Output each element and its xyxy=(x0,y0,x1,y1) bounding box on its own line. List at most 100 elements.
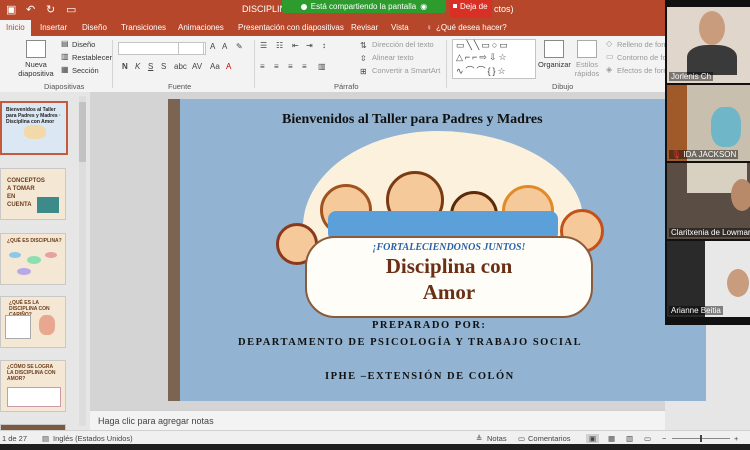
section-button[interactable]: Sección xyxy=(72,66,99,75)
tab-presentacion[interactable]: Presentación con diapositivas xyxy=(238,23,344,32)
ribbon-separator xyxy=(112,40,113,88)
thumb-bubble xyxy=(17,268,31,275)
tab-insertar[interactable]: Insertar xyxy=(40,23,67,32)
zoom-in-icon[interactable]: + xyxy=(734,434,738,443)
reading-view-icon[interactable]: ▥ xyxy=(626,434,633,443)
participant-tile[interactable]: 🎙 IDA JACKSON xyxy=(667,85,750,161)
shapes-row-2-icon: △⌐⌐⇨⇩☆ xyxy=(456,52,509,62)
grow-font-icon[interactable]: A xyxy=(210,42,215,51)
line-spacing-icon[interactable]: ↕ xyxy=(322,41,326,50)
tell-me-search[interactable]: ¿Qué desea hacer? xyxy=(436,23,507,32)
save-icon[interactable]: ▣ xyxy=(6,3,16,16)
font-color-icon[interactable]: A xyxy=(226,62,231,71)
tab-revisar[interactable]: Revisar xyxy=(351,23,378,32)
ribbon: Nueva diapositiva ▤ Diseño ▥ Restablecer… xyxy=(0,36,750,93)
slide-thumbnail-1[interactable]: Bienvenidos al Taller para Padres y Madr… xyxy=(0,101,68,155)
lightbulb-icon: ♀ xyxy=(426,23,432,32)
tab-inicio[interactable]: Inicio xyxy=(0,20,31,36)
stop-share-button[interactable]: Deja de xyxy=(450,0,492,18)
align-center-icon[interactable]: ≡ xyxy=(274,62,279,71)
spell-check-icon[interactable]: ▤ xyxy=(42,434,49,443)
ribbon-tabs: Inicio Insertar Diseño Transiciones Anim… xyxy=(0,20,750,36)
align-right-icon[interactable]: ≡ xyxy=(288,62,293,71)
new-slide-button[interactable]: Nueva diapositiva xyxy=(14,60,58,78)
slide-thumbnail-2[interactable]: CONCEPTOS A TOMAR EN CUENTA xyxy=(0,168,66,220)
present-icon[interactable]: ▭ xyxy=(66,3,76,16)
institution-text[interactable]: IPHE –EXTENSIÓN DE COLÓN xyxy=(325,371,515,382)
strikethrough-icon[interactable]: abc xyxy=(174,62,187,71)
new-slide-icon[interactable] xyxy=(26,40,46,58)
banner-main-line-2: Amor xyxy=(422,280,476,304)
thumbnail-scrollbar[interactable] xyxy=(79,96,86,426)
increase-indent-icon[interactable]: ⇥ xyxy=(306,41,313,50)
tab-animaciones[interactable]: Animaciones xyxy=(178,23,224,32)
clear-format-icon[interactable]: ✎ xyxy=(236,42,243,51)
sorter-view-icon[interactable]: ▦ xyxy=(608,434,615,443)
notes-placeholder[interactable]: Haga clic para agregar notas xyxy=(98,416,214,426)
slide-thumbnail-5[interactable]: ¿CÓMO SE LOGRA LA DISCIPLINA CON AMOR? xyxy=(0,360,66,412)
zoom-slider-handle[interactable] xyxy=(700,435,702,442)
participant-tile[interactable]: Arianne Beitia xyxy=(667,241,750,317)
organize-button[interactable]: Organizar xyxy=(538,60,571,69)
tab-transiciones[interactable]: Transiciones xyxy=(121,23,166,32)
shadow-button[interactable]: S xyxy=(161,62,166,71)
bold-button[interactable]: N xyxy=(122,62,128,71)
underline-button[interactable]: S xyxy=(148,62,153,71)
normal-view-icon[interactable]: ▣ xyxy=(586,434,600,443)
department-text[interactable]: DEPARTAMENTO DE PSICOLOGÍA Y TRABAJO SOC… xyxy=(238,337,582,348)
tab-diseno[interactable]: Diseño xyxy=(82,23,107,32)
columns-icon[interactable]: ▥ xyxy=(318,62,326,71)
undo-icon[interactable]: ↶ xyxy=(26,3,35,16)
reset-icon: ▥ xyxy=(61,52,69,61)
person-avatar xyxy=(687,45,737,75)
section-icon: ▦ xyxy=(61,65,69,74)
numbering-icon[interactable]: ☷ xyxy=(276,41,283,50)
zoom-out-icon[interactable]: − xyxy=(662,434,666,443)
bullets-icon[interactable]: ☰ xyxy=(260,41,267,50)
italic-button[interactable]: K xyxy=(135,62,140,71)
muted-mic-icon: 🎙 xyxy=(671,150,682,159)
quick-styles-icon[interactable] xyxy=(577,40,597,58)
text-direction-button[interactable]: Dirección del texto xyxy=(372,40,434,49)
layout-button[interactable]: Diseño xyxy=(72,40,95,49)
participant-tile[interactable]: Jorlenis Ch xyxy=(667,7,750,83)
document-title-tail: ctos) xyxy=(494,4,514,14)
spacing-icon[interactable]: AV xyxy=(192,62,202,71)
language-indicator[interactable]: Inglés (Estados Unidos) xyxy=(53,434,133,443)
participant-name: Jorlenis Ch xyxy=(669,72,714,81)
slideshow-view-icon[interactable]: ▭ xyxy=(644,434,651,443)
organize-icon[interactable] xyxy=(544,40,564,58)
sharing-dot-icon xyxy=(300,3,307,10)
justify-icon[interactable]: ≡ xyxy=(302,62,307,71)
title-banner: ¡FORTALECIENDONOS JUNTOS! Disciplina con… xyxy=(305,236,593,318)
align-text-icon: ⇳ xyxy=(360,54,367,63)
quick-styles-button[interactable]: Estilos rápidos xyxy=(572,60,602,78)
current-slide[interactable]: Bienvenidos al Taller para Padres y Madr… xyxy=(168,99,706,401)
shapes-row-3-icon: ∿⌒⌒{}☆ xyxy=(456,66,508,76)
redo-icon[interactable]: ↻ xyxy=(46,3,55,16)
sharing-indicator[interactable]: Está compartiendo la pantalla ◉ xyxy=(282,0,446,13)
shrink-font-icon[interactable]: A xyxy=(222,42,227,51)
case-icon[interactable]: Aa xyxy=(210,62,220,71)
smartart-button[interactable]: Convertir a SmartArt xyxy=(372,66,440,75)
decrease-indent-icon[interactable]: ⇤ xyxy=(292,41,299,50)
slide-thumbnail-4[interactable]: ¿QUÉ ES LA DISCIPLINA CON CARIÑO? xyxy=(0,296,66,348)
notes-pane[interactable]: Haga clic para agregar notas xyxy=(90,410,665,431)
align-left-icon[interactable]: ≡ xyxy=(260,62,265,71)
thumb-illustration xyxy=(37,197,59,213)
participant-name: 🎙 IDA JACKSON xyxy=(669,150,739,159)
reset-button[interactable]: Restablecer xyxy=(72,53,112,62)
slide-thumbnail-3[interactable]: ¿QUÉ ES DISCIPLINA? xyxy=(0,233,66,285)
scrollbar-thumb[interactable] xyxy=(79,102,86,162)
align-text-button[interactable]: Alinear texto xyxy=(372,53,414,62)
notes-button[interactable]: Notas xyxy=(487,434,507,443)
participant-tile[interactable]: Claritxenia de Lowman xyxy=(667,163,750,239)
tab-vista[interactable]: Vista xyxy=(391,23,409,32)
font-size-select[interactable] xyxy=(178,42,204,55)
prepared-by-text[interactable]: PREPARADO POR: xyxy=(372,320,486,331)
sharing-chevron-icon: ◉ xyxy=(420,2,428,11)
title-bar: ▣ ↶ ↻ ▭ DISCIPLINA Está compartiendo la … xyxy=(0,0,750,20)
comments-button[interactable]: Comentarios xyxy=(528,434,571,443)
slide-title[interactable]: Bienvenidos al Taller para Padres y Madr… xyxy=(282,112,543,128)
ribbon-separator xyxy=(446,40,447,88)
